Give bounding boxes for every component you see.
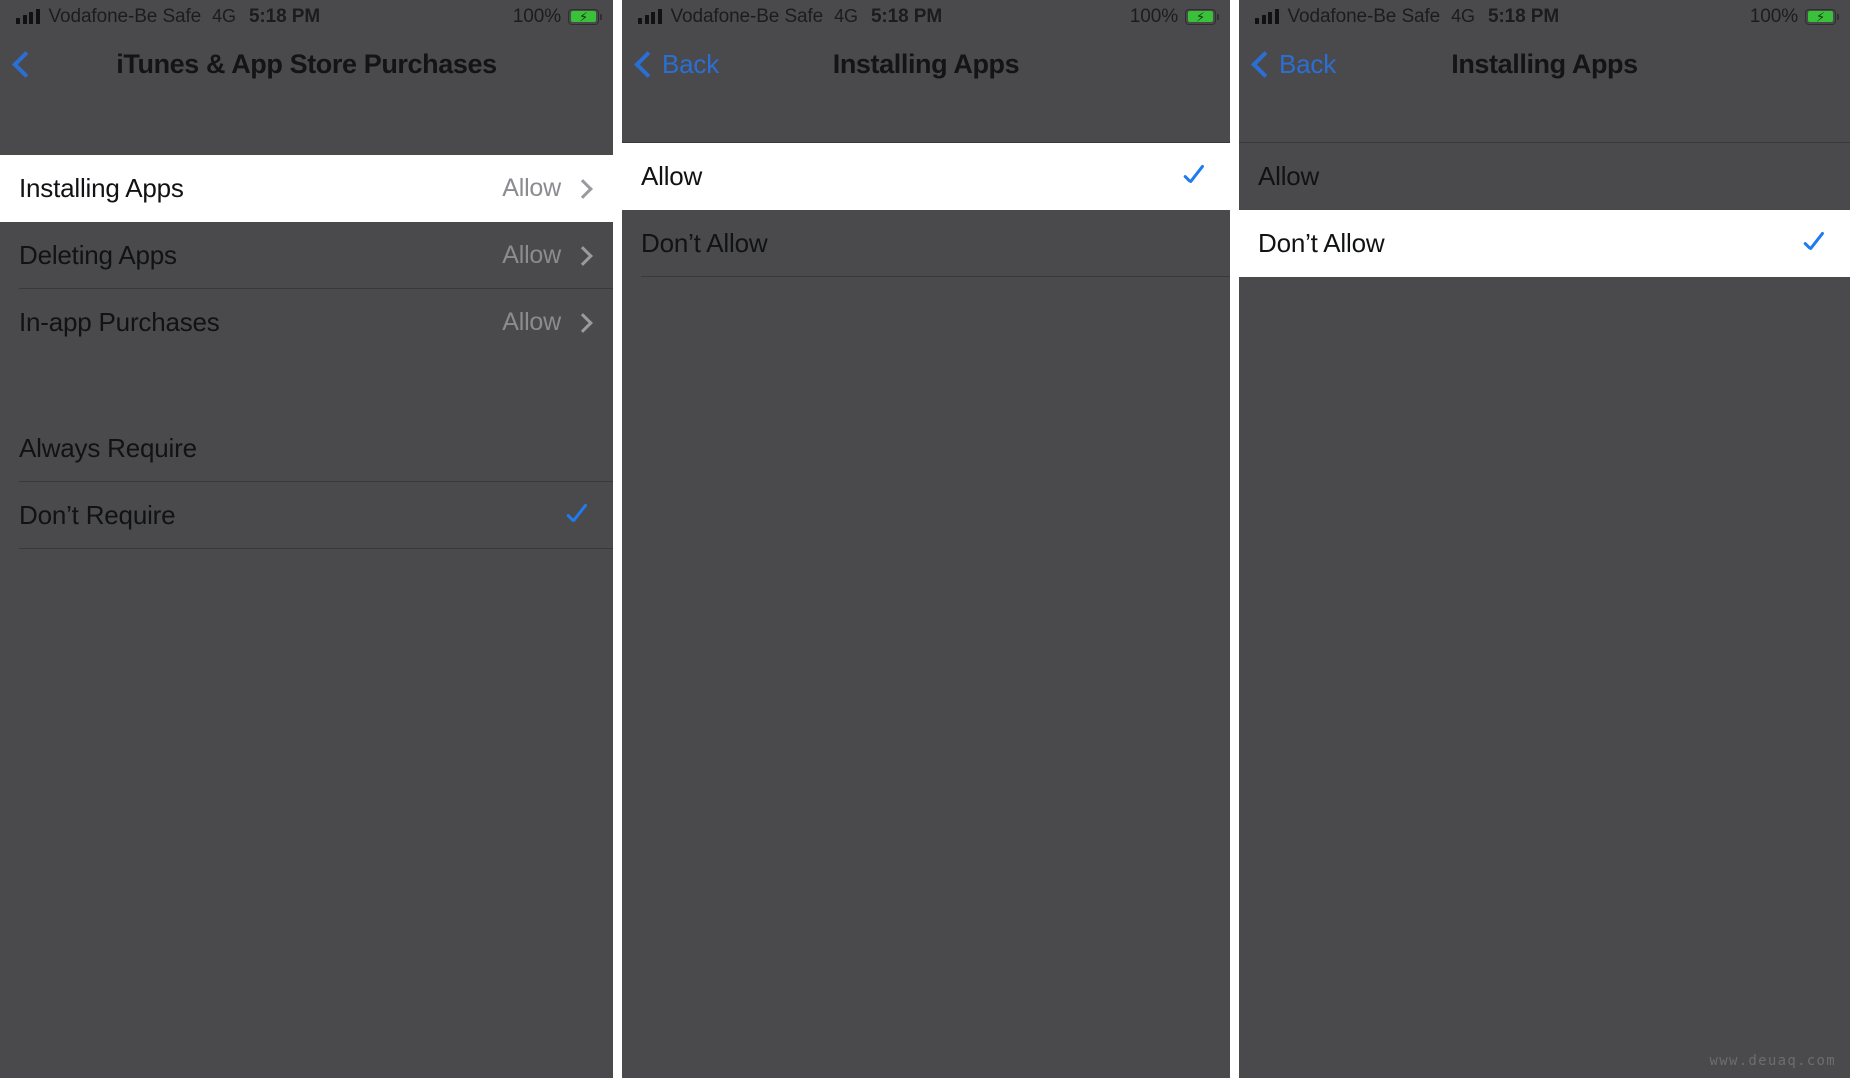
row-accessory	[564, 501, 594, 531]
row-in-app-purchases[interactable]: In-app Purchases Allow	[0, 289, 613, 356]
battery-charging-icon: ⚡	[1805, 8, 1840, 25]
status-bar-left-2: Vodafone-Be Safe 4G 5:18 PM	[638, 6, 942, 28]
row-label: Allow	[1258, 161, 1320, 191]
status-bar-2: Vodafone-Be Safe 4G 5:18 PM 100% ⚡	[622, 0, 1230, 33]
row-allow[interactable]: Allow	[1239, 143, 1850, 210]
row-label: Don’t Allow	[1258, 228, 1385, 258]
back-button-label-3: Back	[1279, 49, 1337, 79]
chevron-right-icon	[573, 312, 593, 333]
checkmark-icon	[1801, 229, 1831, 259]
clock-label: 5:18 PM	[870, 5, 943, 27]
battery-percent-label: 100%	[1129, 5, 1178, 27]
row-accessory: Allow	[502, 174, 594, 203]
phone-panel-2: Vodafone-Be Safe 4G 5:18 PM 100% ⚡ Back …	[622, 0, 1230, 1078]
battery-percent-label: 100%	[512, 5, 561, 27]
list-top-inset-3	[1239, 96, 1850, 143]
row-value: Allow	[502, 241, 561, 269]
signal-bars-icon	[1255, 9, 1279, 24]
clock-label: 5:18 PM	[248, 5, 321, 27]
row-value: Allow	[502, 308, 561, 336]
row-divider	[641, 276, 1230, 277]
row-dont-allow[interactable]: Don’t Allow	[1239, 210, 1850, 277]
nav-bar-2: Back Installing Apps	[622, 33, 1230, 96]
back-button-1[interactable]	[12, 51, 40, 78]
row-deleting-apps[interactable]: Deleting Apps Allow	[0, 222, 613, 289]
nav-bar-1: iTunes & App Store Purchases	[0, 33, 613, 96]
row-accessory: Allow	[502, 241, 594, 270]
status-bar-left-3: Vodafone-Be Safe 4G 5:18 PM	[1255, 6, 1559, 28]
row-label: Don’t Require	[19, 500, 176, 530]
row-divider	[19, 548, 613, 549]
row-label: In-app Purchases	[19, 307, 220, 337]
row-accessory	[1181, 162, 1211, 192]
watermark-label: www.deuaq.com	[1709, 1053, 1836, 1069]
list-top-inset-2	[622, 96, 1230, 143]
row-accessory: Allow	[502, 308, 594, 337]
carrier-label: Vodafone-Be Safe	[48, 5, 202, 27]
chevron-left-icon	[634, 51, 661, 78]
row-label: Don’t Allow	[641, 228, 768, 258]
phone-panel-1: Vodafone-Be Safe 4G 5:18 PM 100% ⚡ iTune…	[0, 0, 613, 1078]
row-label: Always Require	[19, 433, 197, 463]
network-type-label: 4G	[834, 6, 858, 26]
status-bar-3: Vodafone-Be Safe 4G 5:18 PM 100% ⚡	[1239, 0, 1850, 33]
row-allow[interactable]: Allow	[622, 143, 1230, 210]
row-label: Installing Apps	[19, 173, 184, 203]
screenshot-stage: Vodafone-Be Safe 4G 5:18 PM 100% ⚡ iTune…	[0, 0, 1850, 1078]
carrier-label: Vodafone-Be Safe	[1287, 5, 1441, 27]
row-dont-require[interactable]: Don’t Require	[0, 482, 613, 549]
back-button-label-2: Back	[662, 49, 720, 79]
status-bar-right-2: 100% ⚡	[1129, 5, 1220, 28]
carrier-label: Vodafone-Be Safe	[670, 5, 824, 27]
battery-percent-label: 100%	[1749, 5, 1798, 27]
row-installing-apps[interactable]: Installing Apps Allow	[0, 155, 613, 222]
status-bar-right-3: 100% ⚡	[1749, 5, 1840, 28]
panel-gap-1	[613, 0, 622, 1078]
checkmark-icon	[564, 501, 594, 531]
chevron-left-icon	[1251, 51, 1278, 78]
chevron-left-icon	[12, 51, 39, 78]
network-type-label: 4G	[1451, 6, 1475, 26]
row-value: Allow	[502, 174, 561, 202]
page-title-1: iTunes & App Store Purchases	[116, 49, 497, 79]
battery-charging-icon: ⚡	[1185, 8, 1220, 25]
status-bar-1: Vodafone-Be Safe 4G 5:18 PM 100% ⚡	[0, 0, 613, 33]
battery-charging-icon: ⚡	[568, 8, 603, 25]
chevron-right-icon	[573, 178, 593, 199]
status-bar-left-1: Vodafone-Be Safe 4G 5:18 PM	[16, 6, 320, 28]
back-button-2[interactable]: Back	[634, 49, 720, 80]
signal-bars-icon	[16, 9, 40, 24]
back-button-3[interactable]: Back	[1251, 49, 1337, 80]
row-always-require[interactable]: Always Require	[0, 415, 613, 482]
row-accessory	[1801, 229, 1831, 259]
row-label: Deleting Apps	[19, 240, 177, 270]
nav-bar-3: Back Installing Apps	[1239, 33, 1850, 96]
panel-gap-2	[1230, 0, 1239, 1078]
row-label: Allow	[641, 161, 703, 191]
checkmark-icon	[1181, 162, 1211, 192]
clock-label: 5:18 PM	[1487, 5, 1560, 27]
status-bar-right-1: 100% ⚡	[512, 5, 603, 28]
row-dont-allow[interactable]: Don’t Allow	[622, 210, 1230, 277]
network-type-label: 4G	[212, 6, 236, 26]
signal-bars-icon	[638, 9, 662, 24]
phone-panel-3: Vodafone-Be Safe 4G 5:18 PM 100% ⚡ Back …	[1239, 0, 1850, 1078]
chevron-right-icon	[573, 245, 593, 266]
